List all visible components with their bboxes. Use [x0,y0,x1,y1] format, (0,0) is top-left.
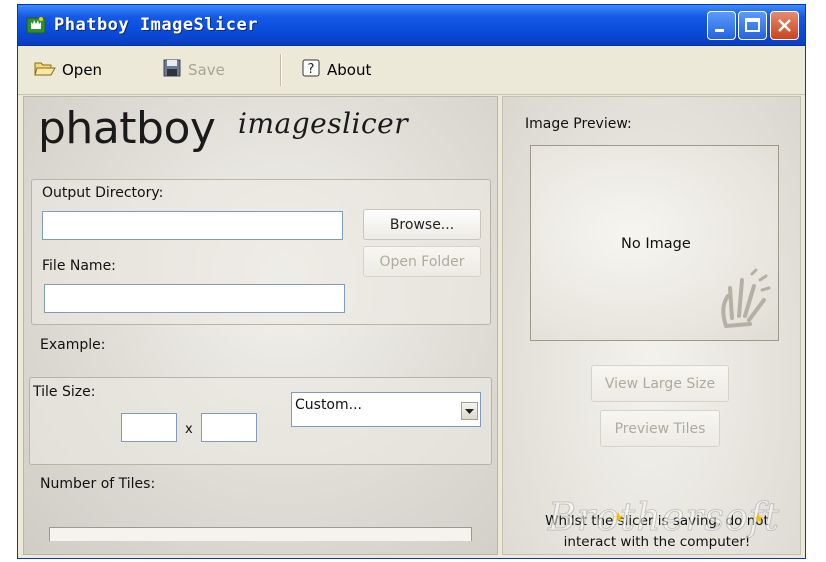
save-label: Save [188,61,225,79]
image-preview-box: No Image [530,145,779,341]
tile-height-input[interactable] [201,413,257,442]
title-bar[interactable]: Phatboy ImageSlicer [18,5,805,46]
app-logo: phatboy imageslicer [38,103,408,173]
image-preview-label: Image Preview: [525,116,632,132]
logo-script-text: imageslicer [238,107,409,140]
watermark-star-icon: ★ [612,510,625,526]
tile-preset-select[interactable]: Custom... [291,392,481,427]
output-directory-input[interactable] [42,211,343,240]
svg-text:?: ? [308,62,315,77]
no-image-text: No Image [621,236,691,252]
window-title: Phatboy ImageSlicer [54,15,258,35]
file-name-label: File Name: [42,258,116,274]
app-icon [26,15,46,35]
example-label: Example: [40,337,106,353]
preview-tiles-button[interactable]: Preview Tiles [600,410,720,447]
close-button[interactable] [770,11,799,40]
minimize-button[interactable] [707,11,736,40]
tile-size-group: Tile Size: x Custom... [29,377,492,465]
tile-size-label: Tile Size: [33,384,96,400]
preview-panel: Image Preview: No Image View Large Size … [502,96,801,555]
output-directory-label: Output Directory: [42,185,164,201]
about-button[interactable]: ? About [301,58,371,82]
save-progress-bar [49,527,472,541]
times-symbol: x [185,422,193,437]
settings-panel: phatboy imageslicer Output Directory: Br… [23,96,498,555]
browse-button[interactable]: Browse... [363,209,481,240]
watermark-star-icon: ★ [752,511,765,527]
help-icon: ? [301,58,321,82]
folder-open-icon [34,59,56,81]
app-window: Phatboy ImageSlicer Open Save ? About ph… [17,4,806,559]
tile-width-input[interactable] [121,413,177,442]
floppy-disk-icon [162,58,182,82]
view-large-size-button[interactable]: View Large Size [591,365,729,402]
toolbar-separator [280,54,282,86]
toolbar: Open Save ? About [18,46,805,95]
file-name-input[interactable] [44,284,345,313]
saving-warning-line2: interact with the computer! [563,534,751,550]
maximize-button[interactable] [738,11,767,40]
open-button[interactable]: Open [34,58,102,82]
tile-preset-value: Custom... [295,397,362,413]
save-button[interactable]: Save [162,58,225,82]
output-group: Output Directory: Browse... File Name: O… [31,179,491,325]
logo-main-text: phatboy [38,103,216,154]
hand-icon [712,268,772,334]
chevron-down-icon[interactable] [461,402,478,420]
about-label: About [327,61,372,79]
open-label: Open [62,61,103,79]
number-of-tiles-label: Number of Tiles: [40,476,156,492]
open-folder-button[interactable]: Open Folder [363,246,481,277]
